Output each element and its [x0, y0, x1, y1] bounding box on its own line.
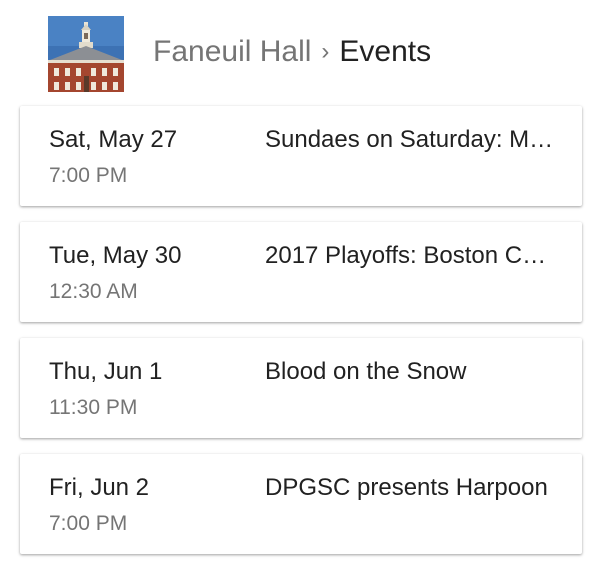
breadcrumb-parent-link[interactable]: Faneuil Hall	[153, 36, 311, 67]
event-time: 7:00 PM	[49, 164, 128, 187]
event-date: Fri, Jun 2	[49, 474, 150, 501]
event-title: Blood on the Snow	[265, 358, 467, 385]
chevron-right-icon: ›	[321, 37, 330, 65]
event-time: 12:30 AM	[49, 280, 138, 303]
event-card[interactable]: Fri, Jun 2 7:00 PM DPGSC presents Harpoo…	[20, 454, 582, 554]
event-time: 11:30 PM	[49, 396, 138, 419]
event-date: Sat, May 27	[49, 126, 178, 153]
event-card[interactable]: Thu, Jun 1 11:30 PM Blood on the Snow	[20, 338, 582, 438]
event-card[interactable]: Sat, May 27 7:00 PM Sundaes on Saturday:…	[20, 106, 582, 206]
event-time: 7:00 PM	[49, 512, 128, 535]
event-title: DPGSC presents Harpoon	[265, 474, 548, 501]
event-title: 2017 Playoffs: Boston Celtics	[265, 242, 555, 269]
page-header: Faneuil Hall › Events	[48, 16, 431, 92]
faneuil-hall-photo	[48, 16, 124, 92]
event-title: Sundaes on Saturday: Make your own sunda…	[265, 126, 555, 153]
breadcrumb: Faneuil Hall › Events	[153, 34, 432, 68]
event-card[interactable]: Tue, May 30 12:30 AM 2017 Playoffs: Bost…	[20, 222, 582, 322]
event-date: Thu, Jun 1	[49, 358, 163, 385]
venue-photo	[48, 16, 124, 92]
event-date: Tue, May 30	[49, 242, 182, 269]
event-list: Sat, May 27 7:00 PM Sundaes on Saturday:…	[20, 106, 582, 570]
page-title: Events	[339, 34, 432, 68]
